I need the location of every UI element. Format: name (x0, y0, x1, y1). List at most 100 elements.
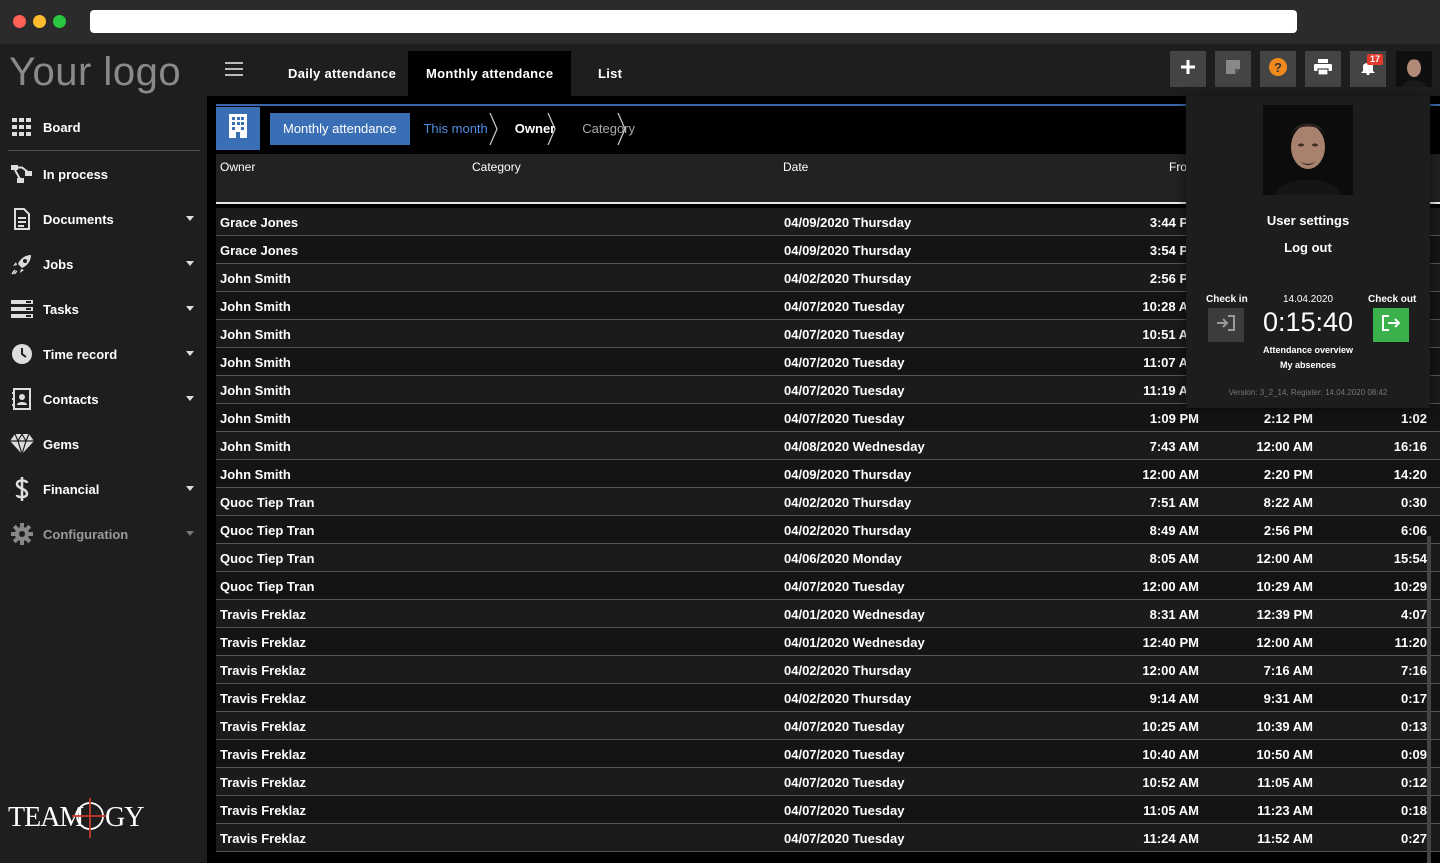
column-header-category[interactable]: Category (472, 160, 521, 174)
sidebar-item-documents[interactable]: Documents (0, 199, 207, 239)
check-out-button[interactable] (1373, 308, 1409, 342)
to-cell: 2:12 PM (1263, 411, 1313, 426)
sidebar-item-time-record[interactable]: Time record (0, 334, 207, 374)
attendance-timer: 0:15:40 (1262, 307, 1354, 337)
table-row[interactable]: Travis Freklaz 04/07/2020 Tuesday 10:25 AM… (216, 712, 1440, 740)
window-maximize-button[interactable] (53, 15, 66, 28)
help-button[interactable]: ? (1260, 51, 1296, 87)
table-row[interactable]: Travis Freklaz 04/01/2020 Wednesday 12:40 … (216, 628, 1440, 656)
date-cell: 04/07/2020 Tuesday (784, 383, 905, 398)
tab-monthly-attendance[interactable]: Monthly attendance (408, 51, 572, 96)
table-row[interactable]: Quoc Tiep Tran 04/02/2020 Thursday 7:51 AM… (216, 488, 1440, 516)
date-cell: 04/02/2020 Thursday (784, 495, 912, 510)
table-row[interactable]: Quoc Tiep Tran 04/02/2020 Thursday 8:49 AM… (216, 516, 1440, 544)
table-row[interactable]: Travis Freklaz 04/07/2020 Tuesday 10:40 AM… (216, 740, 1440, 768)
add-button[interactable] (1170, 51, 1206, 87)
sidebar-item-label: Time record (43, 346, 118, 362)
attendance-overview-link[interactable]: Attendance overview (1186, 345, 1430, 355)
table-scrollbar[interactable] (1427, 536, 1431, 863)
sidebar-item-board[interactable]: Board (0, 107, 207, 147)
table-row[interactable]: John Smith 04/08/2020 Wednesday 7:43 AM 12:… (216, 432, 1440, 460)
table-row[interactable]: Travis Freklaz 04/02/2020 Thursday 12:00 A… (216, 656, 1440, 684)
date-cell: 04/09/2020 Thursday (784, 243, 912, 258)
owner-cell: John Smith (220, 327, 291, 342)
window-close-button[interactable] (13, 15, 26, 28)
tasks-icon (0, 300, 43, 318)
date-cell: 04/01/2020 Wednesday (784, 635, 925, 650)
owner-cell: Travis Freklaz (220, 803, 306, 818)
column-header-date[interactable]: Date (783, 160, 808, 174)
table-row[interactable]: Quoc Tiep Tran 04/06/2020 Monday 8:05 AM 12… (216, 544, 1440, 572)
table-row[interactable]: Travis Freklaz 04/02/2020 Thursday 9:14 AM… (216, 684, 1440, 712)
to-cell: 8:22 AM (1263, 495, 1313, 510)
from-cell: 8:05 AM (1149, 551, 1199, 566)
chevron-down-icon (186, 216, 194, 221)
duration-cell: 14:20 (1393, 467, 1427, 482)
owner-cell: Travis Freklaz (220, 747, 306, 762)
owner-cell: John Smith (220, 439, 291, 454)
address-bar[interactable] (90, 10, 1297, 33)
sidebar-item-gems[interactable]: Gems (0, 424, 207, 464)
table-row[interactable]: Travis Freklaz 04/01/2020 Wednesday 8:31 A… (216, 600, 1440, 628)
duration-cell: 0:17 (1400, 691, 1427, 706)
my-absences-link[interactable]: My absences (1186, 360, 1430, 370)
rocket-icon (0, 253, 43, 275)
sidebar-item-jobs[interactable]: Jobs (0, 244, 207, 284)
duration-cell: 6:06 (1400, 523, 1427, 538)
breadcrumb-separators (396, 112, 626, 146)
table-row[interactable]: John Smith 04/07/2020 Tuesday 1:09 PM 2:12 … (216, 404, 1440, 432)
column-header-owner[interactable]: Owner (220, 160, 255, 174)
menu-icon[interactable] (225, 62, 243, 76)
duration-cell: 0:12 (1400, 775, 1427, 790)
sidebar-item-label: Documents (43, 211, 114, 227)
chevron-down-icon (186, 306, 194, 311)
window-minimize-button[interactable] (33, 15, 46, 28)
workflow-icon (0, 164, 43, 184)
user-settings-link[interactable]: User settings (1186, 213, 1430, 228)
date-cell: 04/07/2020 Tuesday (784, 411, 905, 426)
from-cell: 12:40 PM (1142, 635, 1199, 650)
to-cell: 9:31 AM (1263, 691, 1313, 706)
owner-cell: Travis Freklaz (220, 775, 306, 790)
log-out-link[interactable]: Log out (1186, 240, 1430, 255)
sidebar: Your logo Board In process Documents Job… (0, 44, 207, 863)
notes-button[interactable] (1215, 51, 1251, 87)
duration-cell: 0:30 (1400, 495, 1427, 510)
table-row[interactable]: Travis Freklaz 04/07/2020 Tuesday 11:24 AM… (216, 824, 1440, 852)
print-button[interactable] (1305, 51, 1341, 87)
sidebar-item-contacts[interactable]: Contacts (0, 379, 207, 419)
date-cell: 04/07/2020 Tuesday (784, 803, 905, 818)
check-in-button[interactable] (1208, 308, 1244, 342)
table-row[interactable]: Travis Freklaz 04/07/2020 Tuesday 10:52 AM… (216, 768, 1440, 796)
owner-cell: John Smith (220, 355, 291, 370)
duration-cell: 7:16 (1400, 663, 1427, 678)
tab-daily-attendance[interactable]: Daily attendance (270, 51, 414, 96)
duration-cell: 4:07 (1400, 607, 1427, 622)
table-row[interactable]: Travis Freklaz 04/07/2020 Tuesday 11:05 AM… (216, 796, 1440, 824)
from-cell: 8:49 AM (1149, 523, 1199, 538)
owner-cell: John Smith (220, 383, 291, 398)
avatar[interactable] (1396, 51, 1432, 87)
sidebar-item-financial[interactable]: Financial (0, 469, 207, 509)
dollar-icon (0, 477, 43, 501)
owner-cell: Quoc Tiep Tran (220, 523, 315, 538)
sidebar-item-label: Tasks (43, 301, 79, 317)
table-row[interactable]: Quoc Tiep Tran 04/07/2020 Tuesday 12:00 AM… (216, 572, 1440, 600)
owner-cell: Travis Freklaz (220, 719, 306, 734)
duration-cell: 1:02 (1400, 411, 1427, 426)
plus-icon (1181, 59, 1195, 79)
sidebar-item-tasks[interactable]: Tasks (0, 289, 207, 329)
notifications-button[interactable]: 17 (1350, 51, 1386, 87)
tab-list[interactable]: List (580, 51, 640, 96)
notification-badge: 17 (1366, 54, 1383, 65)
owner-cell: Quoc Tiep Tran (220, 579, 315, 594)
owner-cell: John Smith (220, 271, 291, 286)
clock-icon (0, 343, 43, 365)
svg-text:?: ? (1274, 60, 1282, 75)
date-cell: 04/08/2020 Wednesday (784, 439, 925, 454)
sidebar-item-configuration[interactable]: Configuration (0, 514, 207, 554)
to-cell: 10:50 AM (1256, 747, 1313, 762)
sidebar-item-in-process[interactable]: In process (0, 154, 207, 194)
table-row[interactable]: John Smith 04/09/2020 Thursday 12:00 AM 2:2… (216, 460, 1440, 488)
duration-cell: 15:54 (1393, 551, 1427, 566)
